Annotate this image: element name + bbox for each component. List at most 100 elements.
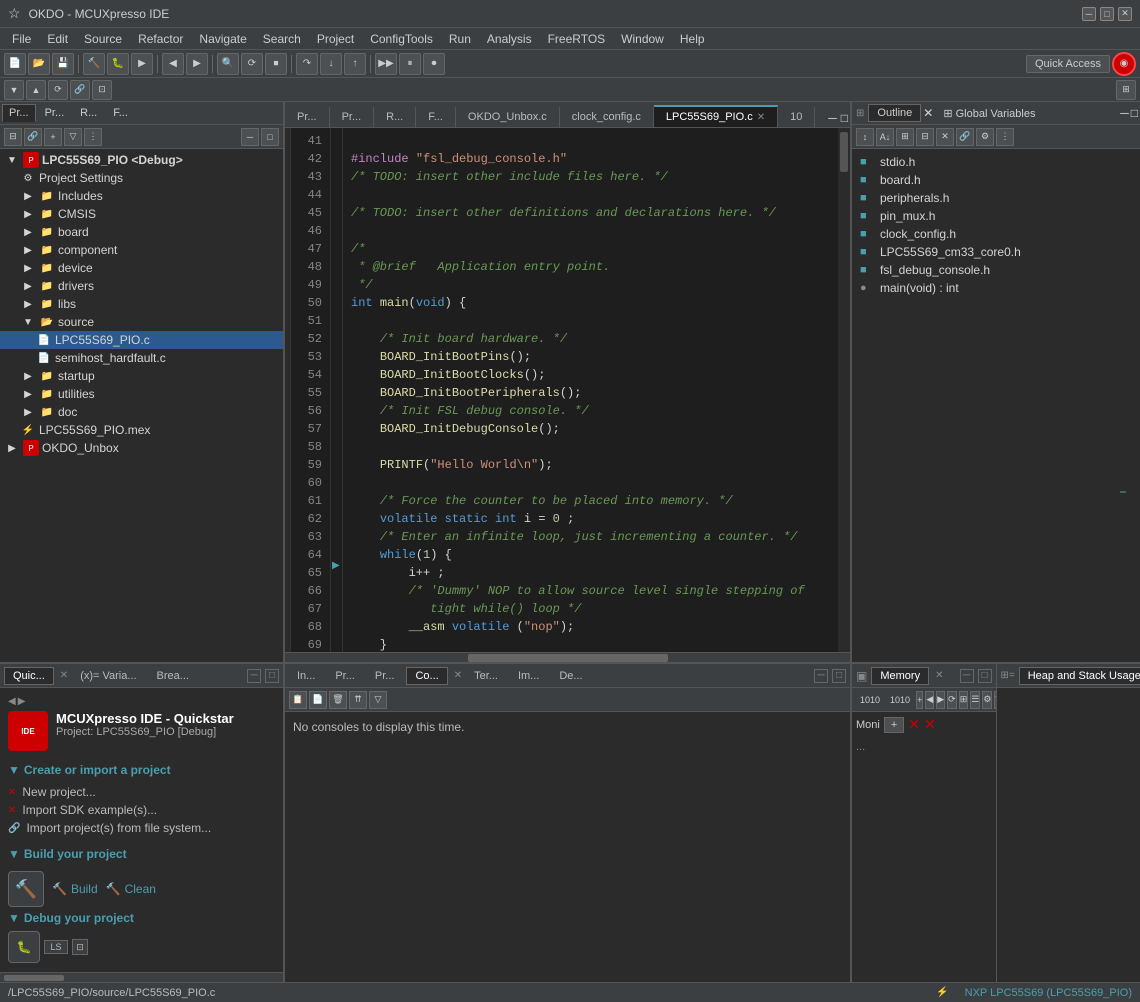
outline-sort-btn[interactable]: ↕ [856,128,874,146]
tab-in[interactable]: In... [289,668,323,684]
build-button[interactable]: 🔨 Build [52,882,98,896]
tb-step-in[interactable]: ↓ [320,53,342,75]
pe-new[interactable]: + [44,128,62,146]
tab-okdo-unbox[interactable]: OKDO_Unbox.c [456,107,560,127]
tb-save[interactable]: 💾 [52,53,74,75]
moni-close-btn1[interactable]: ✕ [908,716,920,733]
outline-more-btn[interactable]: ⋮ [996,128,1014,146]
menu-freertos[interactable]: FreeRTOS [540,30,614,48]
tb-new[interactable]: 📄 [4,53,26,75]
tab-f[interactable]: F... [106,104,135,122]
console-arrow[interactable]: ▽ [369,691,387,709]
tree-mex-file[interactable]: ⚡ LPC55S69_PIO.mex [0,421,283,439]
tb-special-red[interactable]: ◉ [1112,52,1136,76]
outline-stdio-h[interactable]: ■ stdio.h [856,153,1136,171]
menu-refactor[interactable]: Refactor [130,30,191,48]
tb-debug[interactable]: 🐛 [107,53,129,75]
tab-quickstart[interactable]: Quic... [4,667,54,685]
moni-add-btn[interactable]: + [884,717,904,733]
tree-semihost-c[interactable]: 📄 semihost_hardfault.c [0,349,283,367]
tb2-refresh[interactable]: ⟳ [48,80,68,100]
menu-search[interactable]: Search [255,30,309,48]
outline-clock-config-h[interactable]: ■ clock_config.h [856,225,1136,243]
menu-window[interactable]: Window [613,30,672,48]
tab-variables[interactable]: (x)= Varia... [72,668,144,684]
tb-fwd[interactable]: ▶ [186,53,208,75]
outline-filter-btn[interactable]: ✕ [936,128,954,146]
mem-new-tab[interactable]: + [916,691,923,709]
tb-run[interactable]: ▶ [131,53,153,75]
editor-min-btn[interactable]: ─ [828,111,837,125]
tab-heap[interactable]: Heap and Stack Usage [1019,667,1140,685]
outline-max-btn[interactable]: □ [1131,106,1138,120]
tab-outline[interactable]: Outline [868,104,921,122]
bottom-left-hscroll[interactable] [0,972,283,982]
menu-file[interactable]: File [4,30,39,48]
tree-includes[interactable]: ▶ 📁 Includes [0,187,283,205]
pe-filter[interactable]: ▽ [64,128,82,146]
tb-terminate[interactable]: ⏺ [423,53,445,75]
tab-breakpoints[interactable]: Brea... [149,668,197,684]
outline-main-fn[interactable]: ● main(void) : int [856,279,1136,297]
memory-max-btn[interactable]: □ [978,669,992,683]
mem-refresh[interactable]: ⟳ [947,691,957,709]
memory-min-btn[interactable]: ─ [960,669,974,683]
tree-startup[interactable]: ▶ 📁 startup [0,367,283,385]
tree-utilities[interactable]: ▶ 📁 utilities [0,385,283,403]
quickstart-max-btn[interactable]: □ [265,669,279,683]
qs-import-sdk[interactable]: ✕ Import SDK example(s)... [8,801,275,819]
tb-stop[interactable]: ⏹ [265,53,287,75]
tab-pr1[interactable]: Pr... [285,107,330,127]
mem-col-layout[interactable]: ⊞ [959,691,969,709]
minimize-button[interactable]: ─ [1082,7,1096,21]
menu-run[interactable]: Run [441,30,479,48]
tb-build[interactable]: 🔨 [83,53,105,75]
outline-close-icon[interactable]: ✕ [923,106,933,120]
scroll-left-icon[interactable]: ◀ [8,696,16,707]
close-button[interactable]: ✕ [1118,7,1132,21]
tab-pr3[interactable]: Pr... [327,668,363,684]
mem-settings[interactable]: ⚙ [982,691,992,709]
mem-next[interactable]: ▶ [936,691,945,709]
menu-configtools[interactable]: ConfigTools [362,30,441,48]
tree-project-root[interactable]: ▼ P LPC55S69_PIO <Debug> [0,151,283,169]
pe-min[interactable]: ─ [241,128,259,146]
qs-import-fs[interactable]: 🔗 Import project(s) from file system... [8,819,275,837]
tb-pause[interactable]: ⏸ [399,53,421,75]
debug-extra-btn[interactable]: ⊡ [72,939,88,955]
tb2-grid[interactable]: ⊞ [1116,80,1136,100]
tree-device[interactable]: ▶ 📁 device [0,259,283,277]
vertical-scrollbar[interactable] [838,128,850,652]
tab-memory[interactable]: Memory [871,667,929,685]
menu-navigate[interactable]: Navigate [191,30,254,48]
tb-search[interactable]: 🔍 [217,53,239,75]
tab-de[interactable]: De... [551,668,590,684]
tree-cmsis[interactable]: ▶ 📁 CMSIS [0,205,283,223]
console-clear-btn[interactable]: 🗑 [329,691,347,709]
tab-clock-config[interactable]: clock_config.c [560,107,654,127]
code-editor[interactable]: #include "fsl_debug_console.h" /* TODO: … [343,128,838,652]
tab-terminal[interactable]: Ter... [466,668,506,684]
maximize-button[interactable]: □ [1100,7,1114,21]
outline-fsl-debug[interactable]: ■ fsl_debug_console.h [856,261,1136,279]
tb-ref[interactable]: ⟳ [241,53,263,75]
outline-lpc-cm33[interactable]: ■ LPC55S69_cm33_core0.h [856,243,1136,261]
h-scrollbar-thumb[interactable] [468,654,668,662]
outline-min-btn[interactable]: ─ [1120,106,1129,120]
outline-sort-alpha[interactable]: A↓ [876,128,894,146]
menu-source[interactable]: Source [76,30,130,48]
quickstart-close-icon[interactable]: ✕ [60,670,68,681]
console-max-btn[interactable]: □ [832,669,846,683]
tb2-collapse[interactable]: ▼ [4,80,24,100]
tab-pr2[interactable]: Pr... [38,104,72,122]
tb2-expand[interactable]: ▲ [26,80,46,100]
hscroll-thumb[interactable] [4,975,64,981]
moni-close-btn2[interactable]: ✕ [924,716,936,733]
tab-project-explorer[interactable]: Pr... [2,104,36,122]
tb2-filter[interactable]: ⊡ [92,80,112,100]
outline-settings-btn[interactable]: ⚙ [976,128,994,146]
tree-lpc-pio-c[interactable]: 📄 LPC55S69_PIO.c [0,331,283,349]
status-nxp[interactable]: NXP LPC55S69 (LPC55S69_PIO) [965,987,1132,999]
tree-board[interactable]: ▶ 📁 board [0,223,283,241]
scroll-right-icon[interactable]: ▶ [18,696,26,707]
